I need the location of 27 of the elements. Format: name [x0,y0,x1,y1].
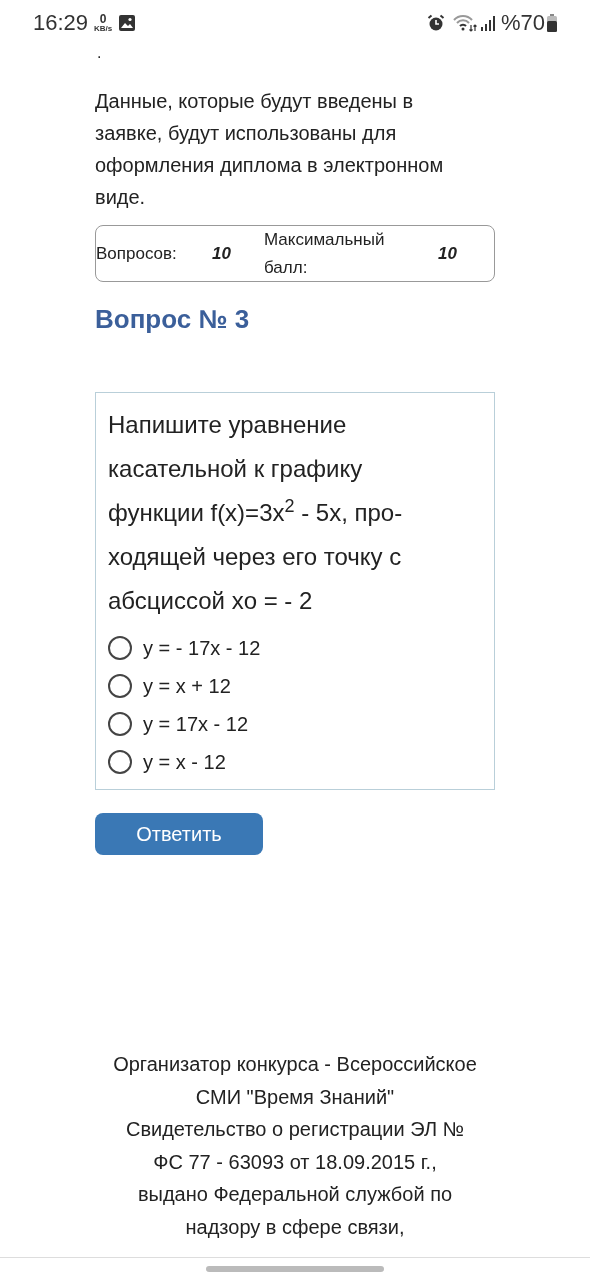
text-fragment: . [97,45,103,63]
footer-text: Организатор конкурса - Всероссийское СМИ "Время Знаний" Свидетельство о регистрации ЭЛ № ФС 77 - 63093 от 18.09.2015 г., выдано Федеральной службой по надзору в сфере связи, [112,1052,478,1240]
option-label[interactable]: y = x - 12 [143,747,226,777]
battery-icon [547,13,557,32]
answer-button[interactable]: Ответить [95,813,263,855]
network-speed-value: 0 [99,12,107,25]
radio-button[interactable] [108,750,132,774]
max-score-value: 10 [438,242,457,265]
questions-label: Вопросов: [96,242,178,265]
radio-button[interactable] [108,636,132,660]
option-label[interactable]: y = 17x - 12 [143,709,249,739]
radio-button[interactable] [108,712,132,736]
image-icon [118,13,137,32]
option-label[interactable]: y = - 17x - 12 [143,633,261,663]
wifi-icon [452,13,477,32]
signal-icon [480,14,495,31]
network-speed-unit: KB/s [94,24,113,33]
option-label[interactable]: y = x + 12 [143,671,231,701]
questions-value: 10 [212,242,232,265]
battery-percent: %70 [500,9,545,37]
radio-button[interactable] [108,674,132,698]
max-score-label: Максимальный балл: [264,228,386,279]
notice-paragraph: Данные, которые будут введены в заявке, будут использованы для оформления диплома в электронном виде. [95,89,445,210]
alarm-icon [426,13,445,32]
clock: 16:29 [33,9,89,37]
question-text: Напишите уравнение касательной к графику функции f(x)=3x$^{2}$ - 5x, про- ходящей через его точку с абсциссой xo = - 2 [108,410,404,616]
question-heading: Вопрос № 3 [95,303,251,336]
